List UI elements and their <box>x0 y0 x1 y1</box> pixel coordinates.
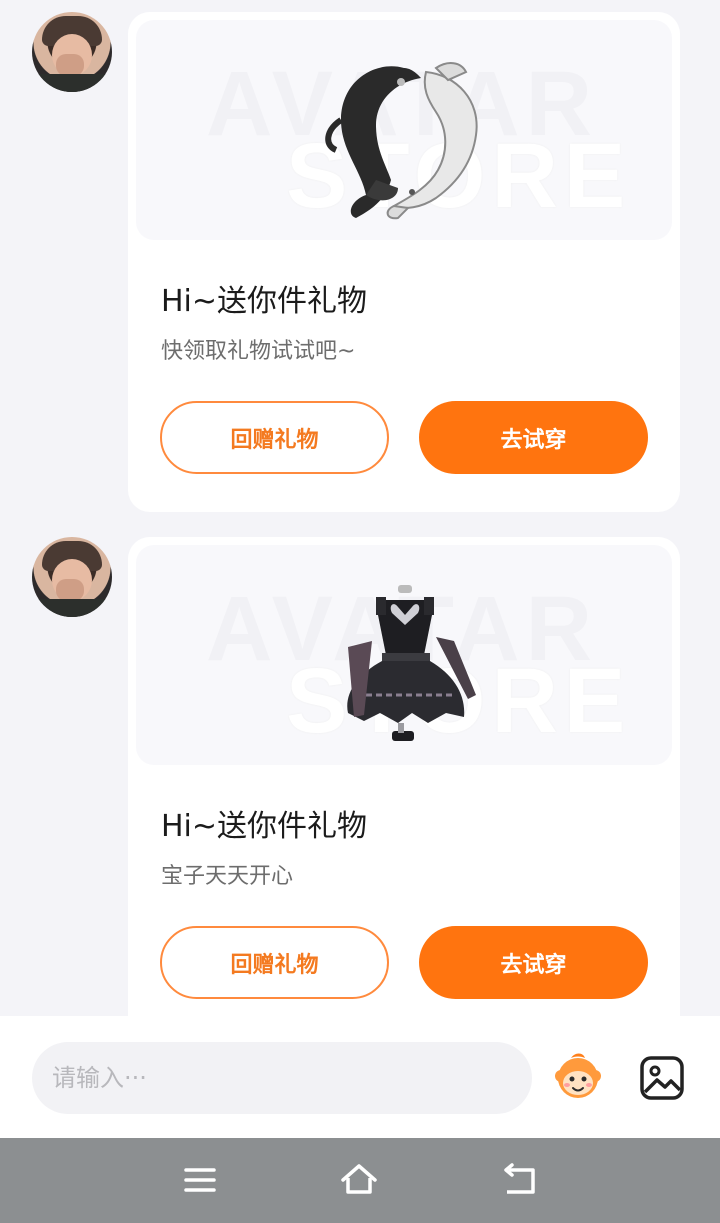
gift-message: 快领取礼物试试吧~ <box>161 339 356 364</box>
gift-message: 宝子天天开心 <box>161 864 294 889</box>
system-nav-bar <box>0 1138 720 1223</box>
message-list[interactable]: AVATAR STORE Hi~送你件礼物 <box>0 0 720 1016</box>
back-icon[interactable] <box>499 1160 539 1200</box>
image-icon[interactable] <box>638 1054 686 1102</box>
sender-avatar[interactable] <box>32 12 112 92</box>
koi-fish-icon <box>325 62 478 220</box>
monkey-face-icon[interactable] <box>553 1052 603 1102</box>
try-on-button[interactable]: 去试穿 <box>419 926 648 999</box>
gift-card: AVATAR STORE <box>128 537 680 1016</box>
gift-title: Hi~送你件礼物 <box>161 284 368 319</box>
return-gift-button[interactable]: 回赠礼物 <box>160 926 389 999</box>
return-gift-button[interactable]: 回赠礼物 <box>160 401 389 474</box>
try-on-button[interactable]: 去试穿 <box>419 401 648 474</box>
menu-icon[interactable] <box>180 1160 220 1200</box>
gift-item-image[interactable]: AVATAR STORE <box>136 20 672 240</box>
home-icon[interactable] <box>339 1160 379 1200</box>
gift-title: Hi~送你件礼物 <box>161 809 368 844</box>
gift-item-image[interactable]: AVATAR STORE <box>136 545 672 765</box>
dress-icon <box>347 585 476 741</box>
message-input-bar <box>0 1016 720 1138</box>
message-input[interactable] <box>32 1042 532 1114</box>
chat-screen: AVATAR STORE Hi~送你件礼物 <box>0 0 720 1223</box>
gift-card: AVATAR STORE Hi~送你件礼物 <box>128 12 680 512</box>
sender-avatar[interactable] <box>32 537 112 617</box>
